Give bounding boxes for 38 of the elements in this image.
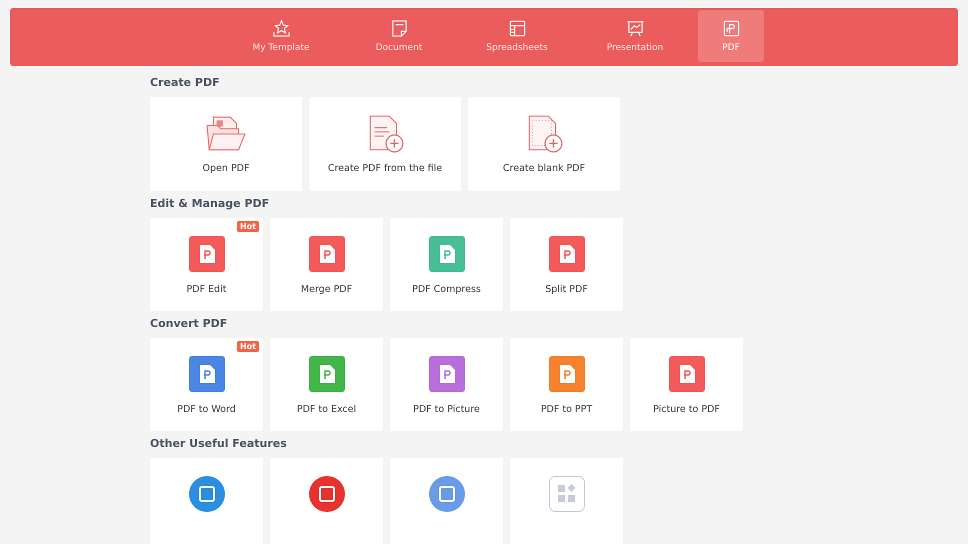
table-icon	[508, 19, 526, 38]
feature-card[interactable]	[270, 458, 383, 544]
feature-card[interactable]: Split PDF	[510, 218, 623, 311]
feature-card[interactable]	[150, 458, 263, 544]
presentation-icon	[626, 19, 644, 38]
card-label: PDF Edit	[186, 284, 226, 295]
feature-card[interactable]: PDF to Picture	[390, 338, 503, 431]
feature-card[interactable]: Merge PDF	[270, 218, 383, 311]
feature-card[interactable]	[390, 458, 503, 544]
hot-badge: Hot	[236, 221, 259, 232]
section-title: Create PDF	[150, 76, 221, 89]
card-label: Merge PDF	[300, 284, 352, 295]
section-title: Other Useful Features	[150, 437, 288, 450]
feature-card[interactable]: Picture to PDF	[630, 338, 743, 431]
feature-card[interactable]: Create blank PDF	[468, 97, 620, 191]
feature-card[interactable]: PDF to PPT	[510, 338, 623, 431]
card-label: Picture to PDF	[653, 404, 720, 415]
card-label: Create PDF from the file	[328, 163, 442, 174]
section-title: Edit & Manage PDF	[150, 197, 270, 210]
feature-card[interactable]: Hot PDF to Word	[150, 338, 263, 431]
pdf-icon	[722, 19, 740, 38]
card-label: PDF to PPT	[540, 404, 592, 415]
feature-card[interactable]: Hot PDF Edit	[150, 218, 263, 311]
section-title: Convert PDF	[150, 317, 228, 330]
feature-card[interactable]: PDF to Excel	[270, 338, 383, 431]
card-label: Create blank PDF	[502, 163, 586, 174]
hot-badge: Hot	[236, 341, 259, 352]
feature-card[interactable]: Open PDF	[150, 97, 302, 191]
card-label: PDF to Picture	[413, 404, 480, 415]
card-label: Split PDF	[545, 284, 588, 295]
card-label: PDF Compress	[412, 284, 481, 295]
card-label: PDF to Word	[177, 404, 236, 415]
card-label: PDF to Excel	[296, 404, 356, 415]
feature-card[interactable]: PDF Compress	[390, 218, 503, 311]
feature-card[interactable]: Create PDF from the file	[309, 97, 461, 191]
card-label: Open PDF	[202, 163, 250, 174]
star-icon	[272, 19, 290, 38]
document-icon	[390, 19, 408, 38]
